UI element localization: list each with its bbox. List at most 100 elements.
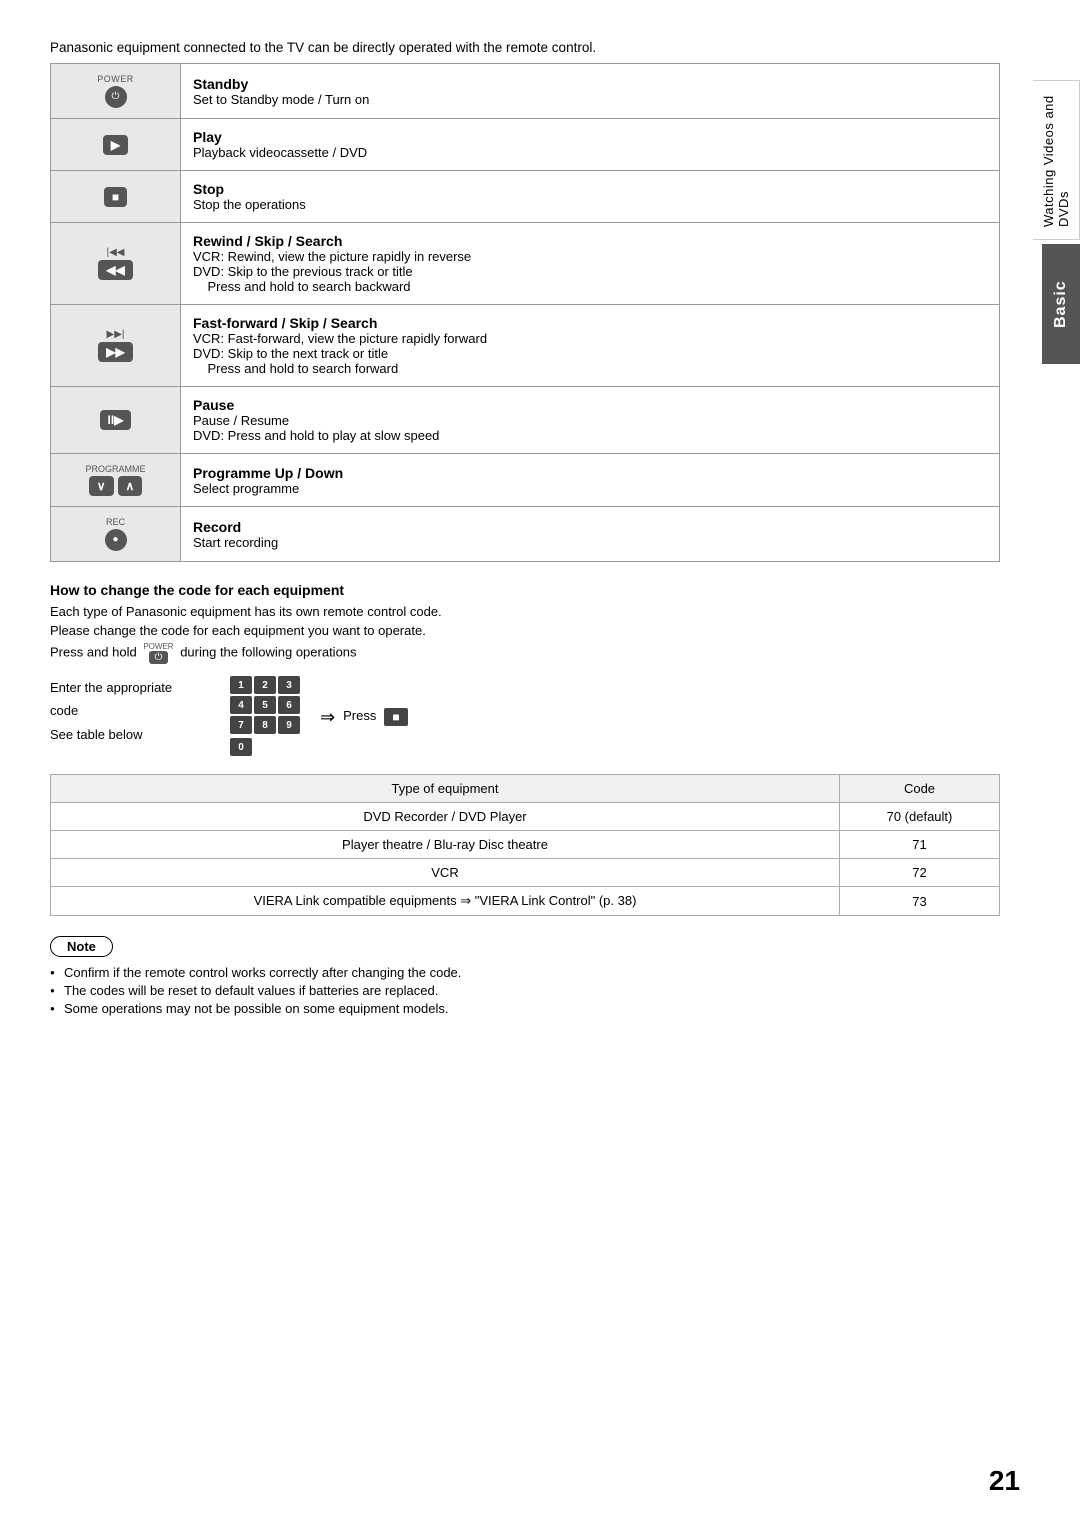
num-btn-7: 7 [230, 716, 252, 734]
table-row: DVD Recorder / DVD Player70 (default) [51, 803, 1000, 831]
desc-cell: Stop Stop the operations [181, 171, 1000, 223]
desc-cell: Record Start recording [181, 507, 1000, 562]
num-btn-5: 5 [254, 696, 276, 714]
equip-col-type: Type of equipment [51, 775, 840, 803]
fastforward-icon: ▶▶ [98, 342, 132, 362]
step-left: Enter the appropriatecodeSee table below [50, 676, 210, 746]
ctrl-label: Stop [193, 181, 987, 197]
table-row: VCR72 [51, 859, 1000, 887]
press-label: Press [343, 708, 376, 723]
note-items: Confirm if the remote control works corr… [50, 965, 1000, 1016]
icon-cell: |◀◀ ◀◀ [51, 223, 181, 305]
arrow-icon: ⇒ [320, 707, 335, 728]
how-to-section: How to change the code for each equipmen… [50, 582, 1000, 758]
how-to-line-1: Each type of Panasonic equipment has its… [50, 604, 1000, 619]
desc-cell: Standby Set to Standby mode / Turn on [181, 64, 1000, 119]
ctrl-label: Programme Up / Down [193, 465, 987, 481]
ctrl-desc: VCR: Rewind, view the picture rapidly in… [193, 249, 987, 294]
rewind-icon: ◀◀ [98, 260, 132, 280]
how-to-line-3: Press and hold POWER ⏻ during the follow… [50, 642, 1000, 664]
table-row: VIERA Link compatible equipments ⇒ "VIER… [51, 887, 1000, 916]
main-content: Panasonic equipment connected to the TV … [50, 40, 1000, 1016]
programme-buttons: ∨ ∧ [63, 476, 168, 496]
num-btn-9: 9 [278, 716, 300, 734]
table-row: ■ Stop Stop the operations [51, 171, 1000, 223]
prog-up-icon: ∧ [118, 476, 143, 496]
num-btn-1: 1 [230, 676, 252, 694]
desc-cell: Fast-forward / Skip / Search VCR: Fast-f… [181, 305, 1000, 387]
equip-type-cell: VIERA Link compatible equipments ⇒ "VIER… [51, 887, 840, 916]
ctrl-label: Standby [193, 76, 987, 92]
power-inline-label: POWER [143, 642, 173, 651]
ctrl-desc: VCR: Fast-forward, view the picture rapi… [193, 331, 987, 376]
ctrl-label: Rewind / Skip / Search [193, 233, 987, 249]
ctrl-desc: Playback videocassette / DVD [193, 145, 987, 160]
num-btn-6: 6 [278, 696, 300, 714]
table-row: II▶ Pause Pause / ResumeDVD: Press and h… [51, 387, 1000, 454]
icon-cell: ▶▶| ▶▶ [51, 305, 181, 387]
ctrl-label: Play [193, 129, 987, 145]
page-wrapper: Watching Videos and DVDs Basic 21 Panaso… [0, 0, 1080, 1527]
prog-down-icon: ∨ [89, 476, 114, 496]
table-row: REC ● Record Start recording [51, 507, 1000, 562]
icon-cell: ■ [51, 171, 181, 223]
icon-cell: PROGRAMME ∨ ∧ [51, 454, 181, 507]
note-item: Some operations may not be possible on s… [50, 1001, 1000, 1016]
arrow-press: ⇒ Press ■ [320, 707, 408, 728]
num-btn-3: 3 [278, 676, 300, 694]
equip-type-cell: VCR [51, 859, 840, 887]
ctrl-desc: Pause / ResumeDVD: Press and hold to pla… [193, 413, 987, 443]
table-row: Player theatre / Blu-ray Disc theatre71 [51, 831, 1000, 859]
table-row: POWER ⏻ Standby Set to Standby mode / Tu… [51, 64, 1000, 119]
equip-type-cell: DVD Recorder / DVD Player [51, 803, 840, 831]
play-icon: ▶ [103, 135, 128, 155]
desc-cell: Programme Up / Down Select programme [181, 454, 1000, 507]
power-inline: POWER ⏻ [143, 642, 173, 664]
table-row: |◀◀ ◀◀ Rewind / Skip / Search VCR: Rewin… [51, 223, 1000, 305]
num-btn-8: 8 [254, 716, 276, 734]
power-inline-btn: ⏻ [149, 651, 169, 664]
programme-label: PROGRAMME [63, 464, 168, 474]
intro-text: Panasonic equipment connected to the TV … [50, 40, 1000, 55]
stop-icon: ■ [104, 187, 127, 207]
num-btn-2: 2 [254, 676, 276, 694]
note-item: The codes will be reset to default value… [50, 983, 1000, 998]
pause-icon: II▶ [100, 410, 132, 430]
power-icon: ⏻ [105, 86, 127, 108]
numpad-row-3: 7 8 9 [230, 716, 300, 734]
ctrl-desc: Stop the operations [193, 197, 987, 212]
equip-code-cell: 71 [840, 831, 1000, 859]
table-row: ▶▶| ▶▶ Fast-forward / Skip / Search VCR:… [51, 305, 1000, 387]
equip-table-header-row: Type of equipment Code [51, 775, 1000, 803]
desc-cell: Rewind / Skip / Search VCR: Rewind, view… [181, 223, 1000, 305]
side-tab-basic: Basic [1042, 244, 1080, 364]
equip-table: Type of equipment Code DVD Recorder / DV… [50, 774, 1000, 916]
rec-label: REC [63, 517, 168, 527]
icon-cell: POWER ⏻ [51, 64, 181, 119]
side-tab-watching: Watching Videos and DVDs [1033, 80, 1080, 240]
how-to-title: How to change the code for each equipmen… [50, 582, 1000, 598]
numpad-row-1: 1 2 3 [230, 676, 300, 694]
ctrl-desc: Set to Standby mode / Turn on [193, 92, 987, 107]
icon-cell: ▶ [51, 119, 181, 171]
equip-code-cell: 70 (default) [840, 803, 1000, 831]
controls-table: POWER ⏻ Standby Set to Standby mode / Tu… [50, 63, 1000, 562]
ctrl-desc: Select programme [193, 481, 987, 496]
ctrl-desc: Start recording [193, 535, 987, 550]
page-number: 21 [989, 1465, 1020, 1497]
equip-code-cell: 72 [840, 859, 1000, 887]
note-section: Note Confirm if the remote control works… [50, 936, 1000, 1016]
equip-type-cell: Player theatre / Blu-ray Disc theatre [51, 831, 840, 859]
num-btn-0: 0 [230, 738, 252, 756]
note-item: Confirm if the remote control works corr… [50, 965, 1000, 980]
numpad-container: 1 2 3 4 5 6 7 8 9 0 [230, 676, 300, 758]
ctrl-label: Record [193, 519, 987, 535]
table-row: ▶ Play Playback videocassette / DVD [51, 119, 1000, 171]
power-label: POWER [63, 74, 168, 84]
equip-col-code: Code [840, 775, 1000, 803]
ctrl-label: Pause [193, 397, 987, 413]
table-row: PROGRAMME ∨ ∧ Programme Up / Down Select… [51, 454, 1000, 507]
how-to-steps: Enter the appropriatecodeSee table below… [50, 676, 1000, 758]
ctrl-label: Fast-forward / Skip / Search [193, 315, 987, 331]
num-btn-4: 4 [230, 696, 252, 714]
